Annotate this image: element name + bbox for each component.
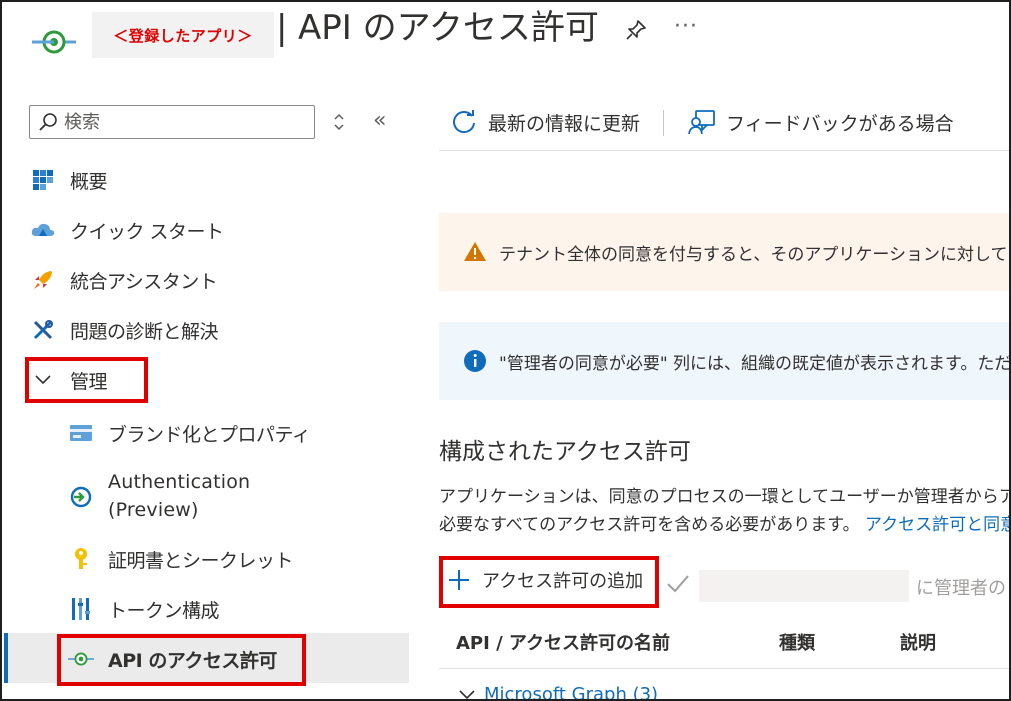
section-description-line2: 必要なすべてのアクセス許可を含める必要があります。 アクセス許可と同意: [439, 510, 1009, 535]
info-text: "管理者の同意が必要" 列には、組織の既定値が表示されます。ただし: [499, 353, 1011, 374]
column-header-type[interactable]: 種類: [779, 629, 815, 655]
sidebar-item-label: 証明書とシークレット: [108, 549, 294, 572]
sidebar-item-label: クイック スタート: [70, 220, 224, 243]
sidebar-search[interactable]: [29, 105, 315, 139]
overview-grid-icon: [30, 167, 56, 193]
sidebar-item-authentication[interactable]: Authentication (Preview): [68, 468, 250, 528]
collapse-sidebar-icon[interactable]: «: [373, 108, 386, 133]
more-options-icon[interactable]: ···: [674, 14, 698, 39]
highlight-box-api-permissions: [57, 634, 306, 686]
sidebar-item-certificates[interactable]: 証明書とシークレット: [68, 542, 294, 576]
refresh-icon: [453, 110, 475, 134]
search-icon: [39, 113, 57, 131]
sidebar-item-label-secondary: (Preview): [108, 499, 199, 521]
title-separator: |: [276, 8, 288, 48]
sidebar-item-token-config[interactable]: トークン構成: [68, 592, 220, 626]
info-banner: "管理者の同意が必要" 列には、組織の既定値が表示されます。ただし: [439, 322, 1011, 400]
warning-text: テナント全体の同意を付与すると、そのアプリケーションに対してテナント全: [499, 244, 1009, 265]
key-icon: [68, 546, 94, 572]
feedback-button[interactable]: フィードバックがある場合: [688, 108, 954, 136]
authentication-icon: [68, 484, 94, 510]
tenant-name-placeholder: [699, 570, 909, 602]
table-group-microsoft-graph[interactable]: Microsoft Graph (3): [458, 684, 659, 701]
app-registration-icon: [32, 30, 76, 54]
app-window: ＜登録したアプリ＞ | API のアクセス許可 ··· « 概要: [0, 0, 1011, 701]
rocket-icon: [30, 267, 56, 293]
sidebar-item-label: 統合アシスタント: [70, 270, 218, 293]
page-title: API のアクセス許可: [298, 8, 599, 48]
sort-updown-icon[interactable]: [329, 110, 349, 134]
warning-icon: [464, 242, 486, 261]
table-group-label: Microsoft Graph (3): [484, 684, 659, 701]
grant-admin-consent-button[interactable]: に管理者の: [916, 574, 1006, 600]
sidebar-item-label: トークン構成: [108, 599, 220, 622]
feedback-label: フィードバックがある場合: [726, 112, 954, 135]
token-bars-icon: [68, 596, 94, 622]
plus-icon: [449, 570, 469, 590]
sidebar-item-label: ブランド化とプロパティ: [108, 423, 311, 446]
checkmark-icon: [667, 575, 689, 593]
sidebar-item-label: 概要: [70, 170, 108, 193]
permissions-consent-link[interactable]: アクセス許可と同意: [865, 515, 1009, 535]
column-header-description[interactable]: 説明: [900, 629, 936, 655]
info-icon: [464, 350, 486, 372]
pin-icon[interactable]: [624, 18, 648, 42]
table-header-border: [439, 668, 1009, 669]
add-permission-button[interactable]: アクセス許可の追加: [448, 567, 643, 593]
highlight-box-manage: [25, 357, 148, 403]
sidebar-item-diagnose[interactable]: 問題の診断と解決: [30, 313, 219, 347]
sidebar-item-overview[interactable]: 概要: [30, 163, 108, 197]
search-input[interactable]: [64, 111, 304, 133]
column-header-api-name[interactable]: API / アクセス許可の名前: [456, 629, 670, 655]
warning-banner: テナント全体の同意を付与すると、そのアプリケーションに対してテナント全: [439, 213, 1009, 291]
add-permission-label: アクセス許可の追加: [482, 571, 644, 592]
cloud-quickstart-icon: [30, 217, 56, 243]
sidebar-item-branding[interactable]: ブランド化とプロパティ: [68, 416, 311, 450]
refresh-label: 最新の情報に更新: [488, 112, 641, 135]
feedback-icon: [688, 110, 715, 135]
section-description-text: 必要なすべてのアクセス許可を含める必要があります。: [439, 515, 860, 535]
section-title: 構成されたアクセス許可: [439, 439, 691, 465]
selected-item-indicator: [4, 633, 8, 683]
toolbar-bottom-border: [439, 150, 1009, 151]
registered-app-name: ＜登録したアプリ＞: [92, 12, 274, 58]
toolbar-divider: [663, 110, 664, 136]
chevron-down-icon: [459, 689, 475, 699]
sidebar-item-label: 問題の診断と解決: [70, 320, 219, 343]
section-description-line1: アプリケーションは、同意のプロセスの一環としてユーザーか管理者からアクセ: [439, 487, 1011, 507]
sidebar-item-integration-assistant[interactable]: 統合アシスタント: [30, 263, 218, 297]
sidebar-item-quickstart[interactable]: クイック スタート: [30, 213, 224, 247]
refresh-button[interactable]: 最新の情報に更新: [450, 108, 640, 136]
branding-card-icon: [68, 420, 94, 446]
wrench-icon: [30, 317, 56, 343]
sidebar-item-label: Authentication: [108, 471, 251, 493]
